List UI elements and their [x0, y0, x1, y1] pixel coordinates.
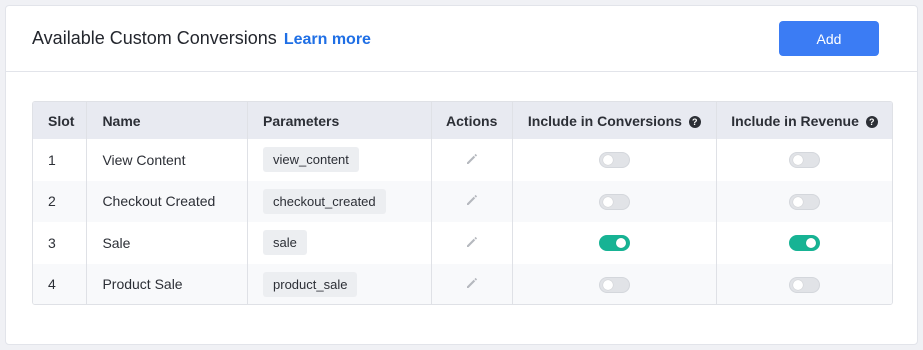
slot-cell: 4 — [33, 263, 88, 304]
question-circle-icon[interactable]: ? — [688, 115, 701, 128]
pencil-icon[interactable] — [465, 276, 479, 293]
toggle-knob — [615, 238, 626, 249]
column-header-slot: Slot — [33, 102, 88, 139]
column-header-name: Name — [86, 102, 249, 139]
include-revenue-label: Include in Revenue — [731, 112, 859, 129]
include-conversions-toggle[interactable] — [598, 193, 630, 210]
actions-cell — [431, 139, 513, 181]
card-header: Available Custom Conversions Learn more … — [6, 6, 917, 72]
include-conversions-cell — [512, 180, 718, 222]
parameter-tag: checkout_created — [263, 188, 386, 214]
toggle-knob — [793, 196, 804, 207]
card-title: Available Custom Conversions Learn more — [32, 28, 371, 49]
include-revenue-toggle[interactable] — [789, 193, 821, 210]
include-revenue-toggle[interactable] — [789, 152, 821, 169]
pencil-icon[interactable] — [465, 235, 479, 252]
name-cell: Sale — [86, 222, 249, 264]
table-row: 4 Product Sale product_sale — [33, 263, 892, 305]
include-conversions-cell — [512, 139, 718, 181]
include-revenue-cell — [717, 264, 892, 305]
parameters-cell: product_sale — [247, 263, 432, 304]
parameter-tag: product_sale — [263, 271, 358, 297]
actions-cell — [431, 180, 513, 222]
table-row: 2 Checkout Created checkout_created — [33, 180, 892, 223]
page-title: Available Custom Conversions — [32, 28, 277, 48]
column-header-actions: Actions — [431, 102, 513, 139]
include-revenue-cell — [717, 139, 892, 181]
parameter-tag: view_content — [263, 147, 359, 173]
table-row: 1 View Content view_content — [33, 139, 892, 181]
column-header-parameters: Parameters — [247, 102, 432, 139]
toggle-knob — [793, 155, 804, 166]
column-header-include-conversions: Include in Conversions ? — [512, 102, 718, 139]
pencil-icon[interactable] — [465, 152, 479, 169]
parameters-cell: view_content — [247, 139, 432, 181]
toggle-knob — [602, 155, 613, 166]
include-revenue-cell — [717, 222, 892, 264]
slot-cell: 3 — [33, 222, 88, 264]
name-cell: Product Sale — [86, 263, 249, 304]
toggle-knob — [793, 279, 804, 290]
name-cell: View Content — [86, 139, 249, 181]
parameters-cell: sale — [247, 222, 432, 264]
include-conversions-cell — [512, 222, 718, 264]
learn-more-link[interactable]: Learn more — [284, 31, 371, 48]
question-circle-icon[interactable]: ? — [865, 115, 878, 128]
include-revenue-toggle[interactable] — [789, 276, 821, 293]
include-revenue-cell — [717, 181, 892, 223]
table-header-row: Slot Name Parameters Actions Include in … — [33, 102, 892, 139]
slot-cell: 1 — [33, 139, 88, 181]
toggle-knob — [602, 196, 613, 207]
pencil-icon[interactable] — [465, 193, 479, 210]
name-cell: Checkout Created — [86, 180, 249, 222]
add-button[interactable]: Add — [779, 21, 879, 56]
include-conversions-toggle[interactable] — [598, 276, 630, 293]
include-conversions-toggle[interactable] — [598, 152, 630, 169]
include-conversions-cell — [512, 263, 718, 304]
include-conversions-toggle[interactable] — [598, 235, 630, 252]
parameters-cell: checkout_created — [247, 180, 432, 222]
conversions-table: Slot Name Parameters Actions Include in … — [32, 101, 893, 305]
slot-cell: 2 — [33, 180, 88, 222]
custom-conversions-card: Available Custom Conversions Learn more … — [5, 5, 918, 345]
toggle-knob — [602, 279, 613, 290]
table-row: 3 Sale sale — [33, 222, 892, 264]
actions-cell — [431, 263, 513, 304]
toggle-knob — [806, 238, 817, 249]
include-conversions-label: Include in Conversions — [527, 112, 682, 129]
column-header-include-revenue: Include in Revenue ? — [717, 102, 892, 139]
parameter-tag: sale — [263, 230, 307, 256]
include-revenue-toggle[interactable] — [789, 235, 821, 252]
actions-cell — [431, 222, 513, 264]
